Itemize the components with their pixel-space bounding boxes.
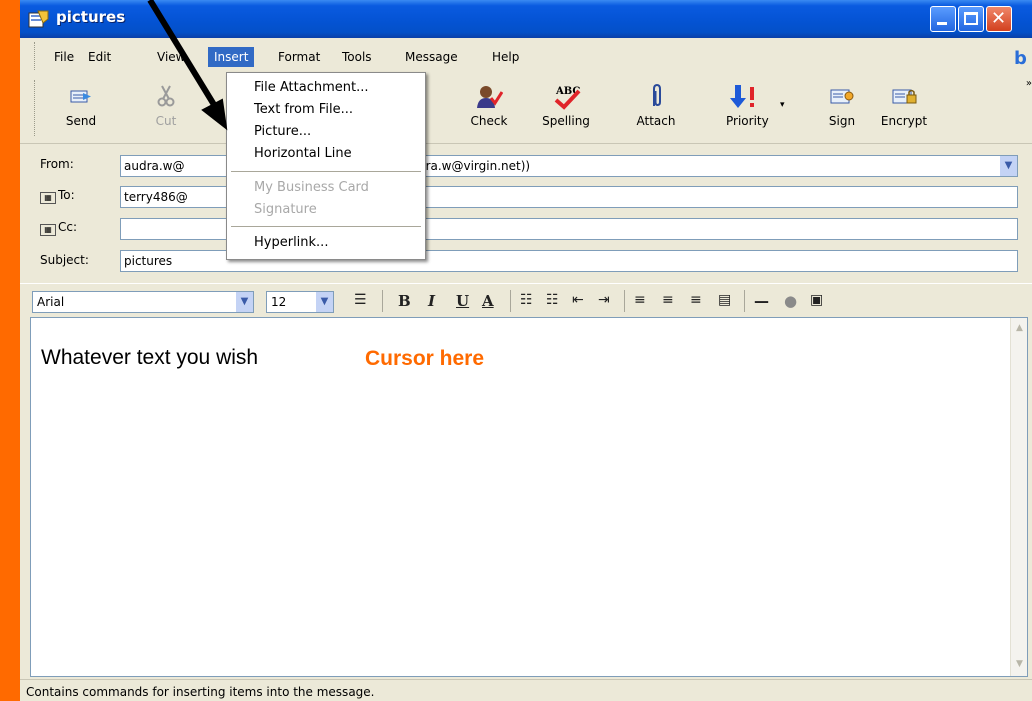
encrypt-button[interactable]: Encrypt xyxy=(874,78,934,138)
to-label-group[interactable]: ▦ To: xyxy=(40,188,75,204)
cc-label: Cc: xyxy=(58,220,78,234)
justify-icon[interactable]: ▤ xyxy=(718,292,731,308)
message-icon xyxy=(28,9,50,29)
check-names-icon xyxy=(475,84,504,108)
maximize-button[interactable] xyxy=(958,6,984,32)
windows-logo-icon: b xyxy=(1014,48,1027,69)
align-center-icon[interactable]: ≡ xyxy=(662,292,674,308)
cursor-annotation: Cursor here xyxy=(365,347,485,370)
title-bar[interactable]: pictures ✕ xyxy=(20,0,1032,38)
font-name-select[interactable]: Arial ▼ xyxy=(32,291,254,313)
message-body-editor[interactable]: Whatever text you wish Cursor here ▲ ▼ xyxy=(30,317,1028,677)
status-text: Contains commands for inserting items in… xyxy=(26,685,375,699)
sign-button[interactable]: Sign xyxy=(820,78,864,138)
close-icon: ✕ xyxy=(991,8,1007,29)
from-label: From: xyxy=(40,157,74,171)
to-value: terry486@ xyxy=(124,190,188,204)
from-dropdown-icon[interactable]: ▼ xyxy=(999,156,1017,176)
subject-value: pictures xyxy=(124,254,173,268)
spelling-icon: ABC xyxy=(552,84,581,110)
outlook-express-compose-window: pictures ✕ File Edit View Insert Format … xyxy=(20,0,1032,701)
menu-item-hyperlink[interactable]: Hyperlink... xyxy=(254,235,328,250)
size-dropdown-icon[interactable]: ▼ xyxy=(315,292,333,312)
menu-item-text-from-file[interactable]: Text from File... xyxy=(254,102,353,117)
formatting-toolbar: Arial ▼ 12 ▼ ☰ B I U A ☷ ☷ ⇤ ⇥ ≡ ≡ ≡ ▤ —… xyxy=(20,283,1032,317)
menu-message[interactable]: Message xyxy=(405,50,458,64)
menu-view[interactable]: View xyxy=(157,50,185,64)
toolbar: » Send Cut do Check xyxy=(20,74,1032,144)
align-left-icon[interactable]: ≡ xyxy=(634,292,646,308)
separator xyxy=(624,290,625,312)
increase-indent-icon[interactable]: ⇥ xyxy=(598,292,610,308)
toolbar-grip[interactable] xyxy=(34,80,37,136)
message-header-fields: From: audra.w@ audra.w@virgin.net)) ▼ ▦ T… xyxy=(20,145,1032,275)
menubar-grip[interactable] xyxy=(34,42,37,70)
paragraph-style-icon[interactable]: ☰ xyxy=(354,292,367,308)
menu-item-file-attachment[interactable]: File Attachment... xyxy=(254,80,369,95)
horizontal-line-icon[interactable]: — xyxy=(754,292,769,310)
menu-item-horizontal-line[interactable]: Horizontal Line xyxy=(254,146,352,161)
status-bar: Contains commands for inserting items in… xyxy=(20,679,1032,701)
menu-file[interactable]: File xyxy=(54,50,74,64)
menu-edit[interactable]: Edit xyxy=(88,50,111,64)
toolbar-overflow-icon[interactable]: » xyxy=(1026,78,1032,89)
menu-bar: File Edit View Insert Format Tools Messa… xyxy=(20,38,1032,74)
separator xyxy=(382,290,383,312)
maximize-icon xyxy=(964,12,978,25)
window-title: pictures xyxy=(56,8,126,26)
scissors-icon xyxy=(152,84,180,108)
attach-button[interactable]: Attach xyxy=(626,78,686,138)
menu-separator xyxy=(231,226,421,227)
send-icon xyxy=(67,84,95,108)
close-button[interactable]: ✕ xyxy=(986,6,1012,32)
encrypt-icon xyxy=(890,84,918,108)
cc-label-group[interactable]: ▦ Cc: xyxy=(40,220,77,236)
menu-item-signature[interactable]: Signature xyxy=(254,202,317,217)
send-button[interactable]: Send xyxy=(56,78,106,138)
hyperlink-globe-icon[interactable]: ● xyxy=(784,292,797,310)
menu-item-business-card[interactable]: My Business Card xyxy=(254,180,369,195)
font-size-value: 12 xyxy=(271,295,287,309)
menu-separator xyxy=(231,171,421,172)
italic-button[interactable]: I xyxy=(428,292,435,310)
font-color-button[interactable]: A xyxy=(482,292,494,310)
numbered-list-icon[interactable]: ☷ xyxy=(520,292,533,308)
to-label: To: xyxy=(58,188,75,202)
scroll-up-icon[interactable]: ▲ xyxy=(1012,320,1027,336)
body-text: Whatever text you wish xyxy=(41,346,259,369)
cut-button[interactable]: Cut xyxy=(146,78,186,138)
priority-icon xyxy=(728,84,756,108)
insert-menu-dropdown: File Attachment... Text from File... Pic… xyxy=(226,72,426,260)
menu-tools[interactable]: Tools xyxy=(342,50,372,64)
from-value: audra.w@ xyxy=(124,159,185,173)
scroll-down-icon[interactable]: ▼ xyxy=(1012,656,1027,672)
underline-button[interactable]: U xyxy=(456,292,469,310)
menu-help[interactable]: Help xyxy=(492,50,519,64)
menu-insert[interactable]: Insert xyxy=(208,47,255,67)
menu-format[interactable]: Format xyxy=(278,50,320,64)
font-size-select[interactable]: 12 ▼ xyxy=(266,291,334,313)
align-right-icon[interactable]: ≡ xyxy=(690,292,702,308)
separator xyxy=(510,290,511,312)
address-book-icon: ▦ xyxy=(40,192,56,204)
menu-item-picture[interactable]: Picture... xyxy=(254,124,311,139)
vertical-scrollbar[interactable]: ▲ ▼ xyxy=(1010,318,1027,676)
minimize-button[interactable] xyxy=(930,6,956,32)
spelling-button[interactable]: ABC Spelling xyxy=(532,78,600,138)
priority-dropdown-icon[interactable]: ▾ xyxy=(780,100,785,110)
address-book-icon: ▦ xyxy=(40,224,56,236)
subject-label: Subject: xyxy=(40,253,89,267)
separator xyxy=(744,290,745,312)
paperclip-icon xyxy=(642,83,670,108)
sign-icon xyxy=(828,84,856,108)
bold-button[interactable]: B xyxy=(398,292,411,310)
decrease-indent-icon[interactable]: ⇤ xyxy=(572,292,584,308)
priority-button[interactable]: Priority ▾ xyxy=(708,78,788,138)
font-name-value: Arial xyxy=(37,295,65,309)
minimize-icon xyxy=(937,22,947,25)
font-dropdown-icon[interactable]: ▼ xyxy=(235,292,253,312)
insert-picture-icon[interactable]: ▣ xyxy=(810,292,823,308)
check-names-button[interactable]: Check xyxy=(464,78,514,138)
bullet-list-icon[interactable]: ☷ xyxy=(546,292,559,308)
